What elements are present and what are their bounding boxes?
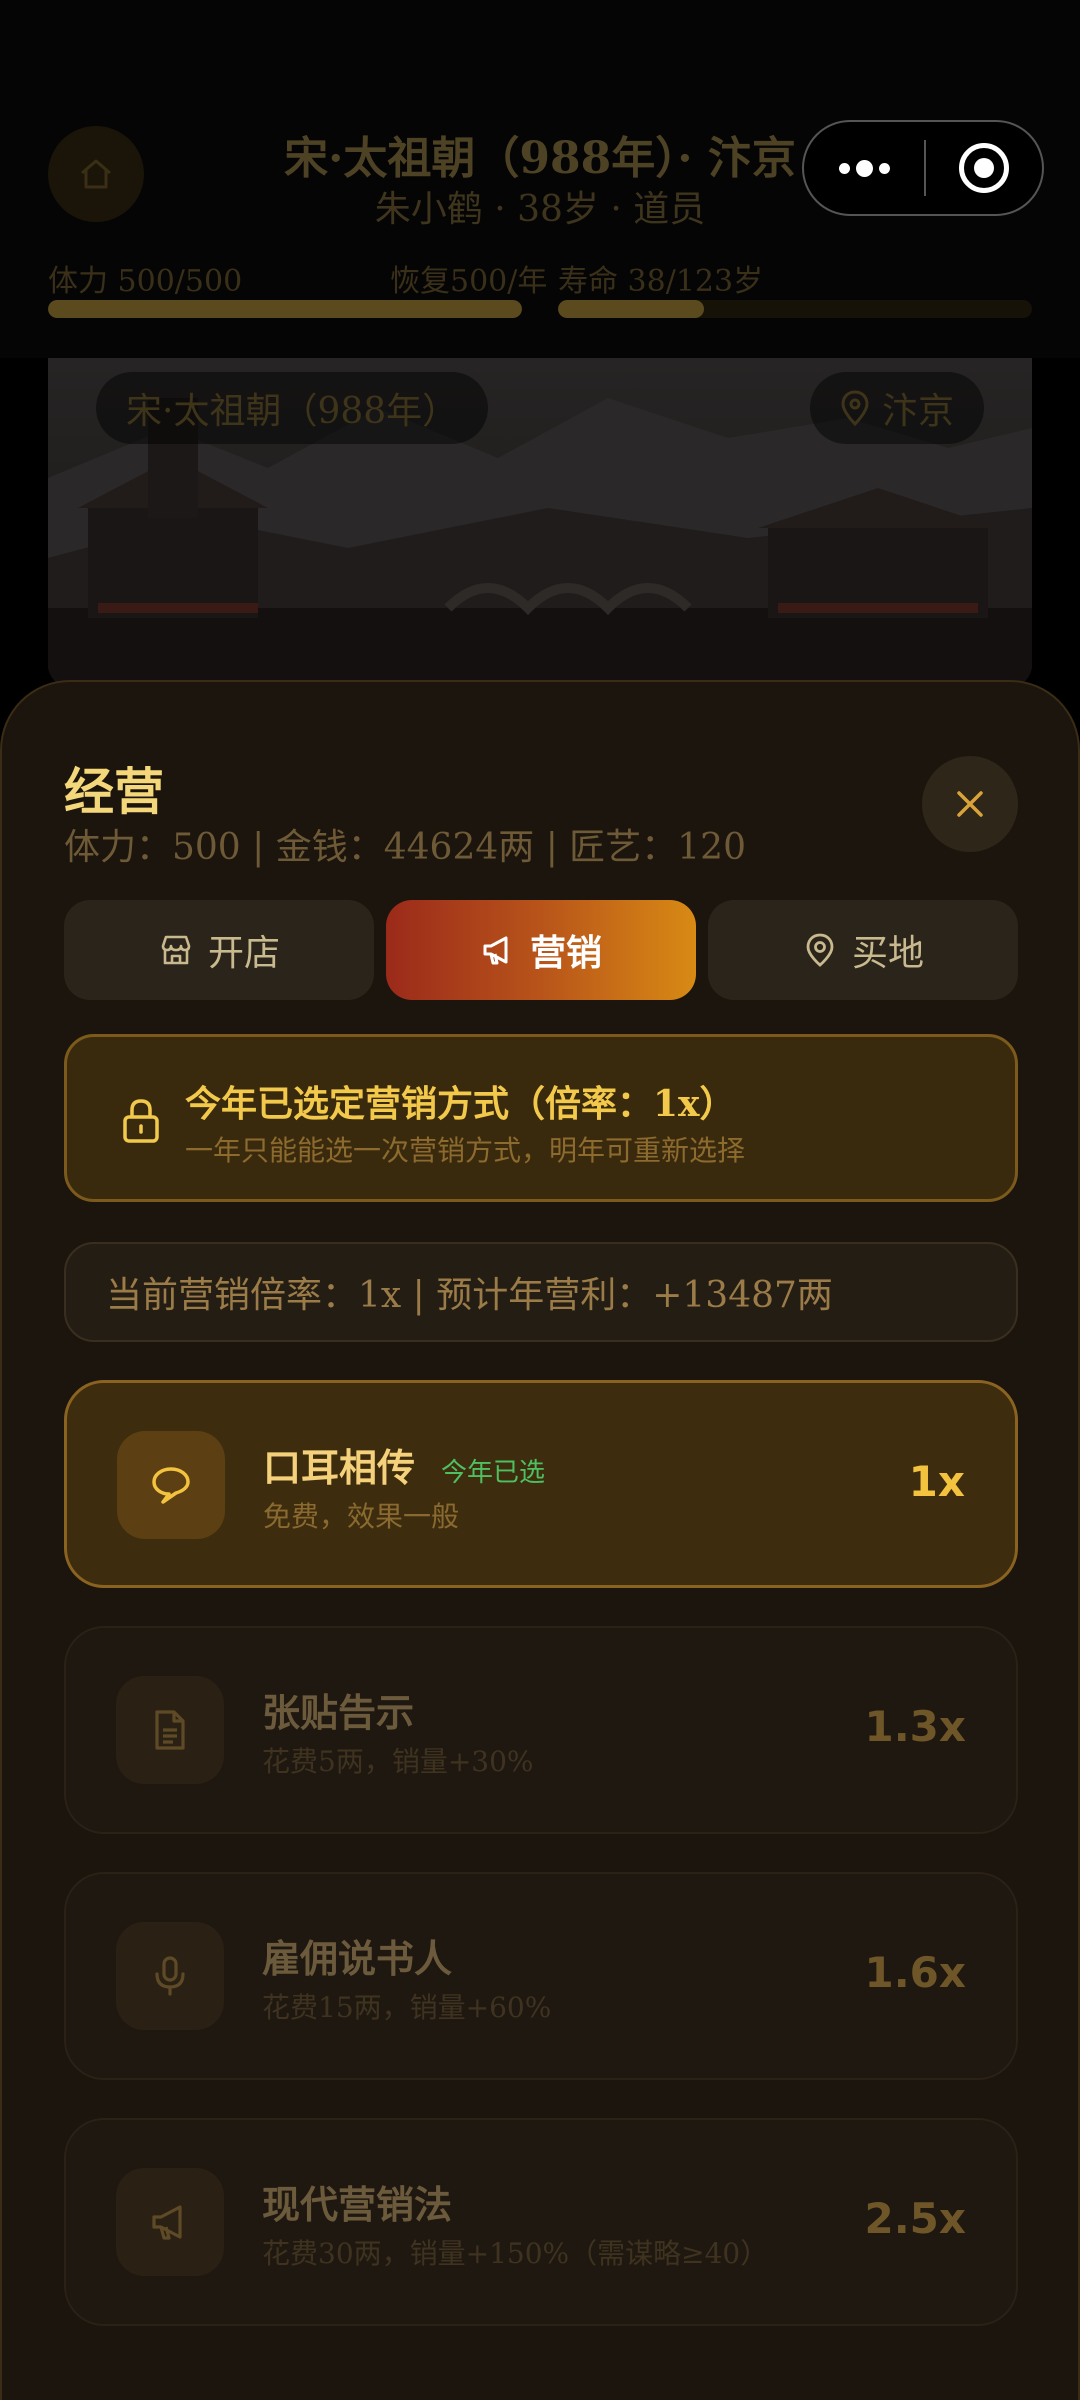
location-chip-label: 汴京 [881, 391, 954, 432]
dot-icon [878, 162, 890, 174]
option-description: 花费15两，销量+60% [262, 1991, 552, 2024]
stamina-recover-label: 恢复500/年 [390, 264, 548, 299]
notice-subtitle: 一年只能能选一次营销方式，明年可重新选择 [185, 1134, 746, 1167]
current-rate-summary: 当前营销倍率：1x | 预计年营利：+13487两 [64, 1242, 1018, 1342]
option-rate: 2.5x [864, 2194, 967, 2243]
era-chip: 宋·太祖朝（988年） [96, 372, 489, 444]
marketing-option-word-of-mouth[interactable]: 口耳相传 今年已选 免费，效果一般 1x [64, 1380, 1018, 1588]
document-icon [155, 1710, 185, 1750]
megaphone-icon [483, 936, 508, 965]
stamina-bar-fill [48, 300, 522, 318]
tab-buy-land[interactable]: 买地 [708, 900, 1018, 1000]
option-rate: 1.3x [864, 1702, 967, 1751]
option-icon-box [117, 1431, 225, 1539]
sheet-title: 经营 [64, 763, 164, 821]
dot-icon [838, 162, 850, 174]
resource-stats: 体力：500 | 金钱：44624两 | 匠艺：120 [64, 827, 746, 868]
marketing-option-posters[interactable]: 张贴告示 花费5两，销量+30% 1.3x [64, 1626, 1018, 1834]
lifespan-bar [558, 300, 1032, 318]
option-description: 花费30两，销量+150%（需谋略≥40） [262, 2237, 769, 2270]
target-icon [959, 143, 1009, 193]
option-description: 花费5两，销量+30% [262, 1745, 534, 1778]
marketing-locked-notice: 今年已选定营销方式（倍率：1x） 一年只能能选一次营销方式，明年可重新选择 [64, 1034, 1018, 1202]
city-scene-image: 宋·太祖朝（988年） 汴京 [48, 358, 1032, 688]
lifespan-label: 寿命 38/123岁 [558, 264, 764, 299]
option-rate: 1x [908, 1457, 965, 1506]
tab-open-shop[interactable]: 开店 [64, 900, 374, 1000]
selected-badge: 今年已选 [441, 1458, 546, 1488]
microphone-icon [155, 1956, 185, 1996]
business-tabs: 开店 营销 买地 [64, 900, 1018, 1000]
miniprogram-capsule [802, 120, 1044, 216]
stamina-bar [48, 300, 522, 318]
more-menu-button[interactable] [804, 159, 924, 177]
marketing-option-modern[interactable]: 现代营销法 花费30两，销量+150%（需谋略≥40） 2.5x [64, 2118, 1018, 2326]
chat-bubble-icon [152, 1467, 190, 1504]
option-icon-box [116, 1922, 224, 2030]
tab-label: 买地 [851, 933, 924, 974]
business-sheet: 经营 体力：500 | 金钱：44624两 | 匠艺：120 开店 营销 买地 [0, 680, 1080, 2400]
option-rate: 1.6x [864, 1948, 967, 1997]
close-miniprogram-button[interactable] [926, 143, 1042, 193]
option-name: 雇佣说书人 [262, 1937, 453, 1981]
megaphone-icon [152, 2205, 182, 2240]
top-header: 宋·太祖朝（988年）· 汴京 朱小鹤 · 38岁 · 道员 体力 500/50… [0, 0, 1080, 358]
marketing-option-storyteller[interactable]: 雇佣说书人 花费15两，销量+60% 1.6x [64, 1872, 1018, 2080]
map-pin-icon [806, 933, 834, 967]
option-name: 张贴告示 [262, 1691, 415, 1735]
lock-icon [123, 1099, 159, 1143]
shop-icon [161, 935, 191, 965]
notice-title: 今年已选定营销方式（倍率：1x） [185, 1083, 736, 1125]
option-name: 口耳相传 今年已选 [263, 1446, 546, 1490]
option-name: 现代营销法 [262, 2183, 453, 2227]
close-button[interactable] [922, 756, 1018, 852]
option-icon-box [116, 1676, 224, 1784]
tab-marketing[interactable]: 营销 [386, 900, 696, 1000]
location-chip[interactable]: 汴京 [809, 372, 984, 444]
option-icon-box [116, 2168, 224, 2276]
option-description: 免费，效果一般 [263, 1500, 460, 1533]
tab-label: 营销 [529, 933, 602, 974]
map-pin-icon [841, 390, 869, 426]
stamina-label: 体力 500/500 [48, 264, 243, 299]
dot-icon [855, 159, 873, 177]
close-icon [957, 791, 983, 817]
lifespan-bar-fill [558, 300, 705, 318]
tab-label: 开店 [207, 933, 280, 974]
